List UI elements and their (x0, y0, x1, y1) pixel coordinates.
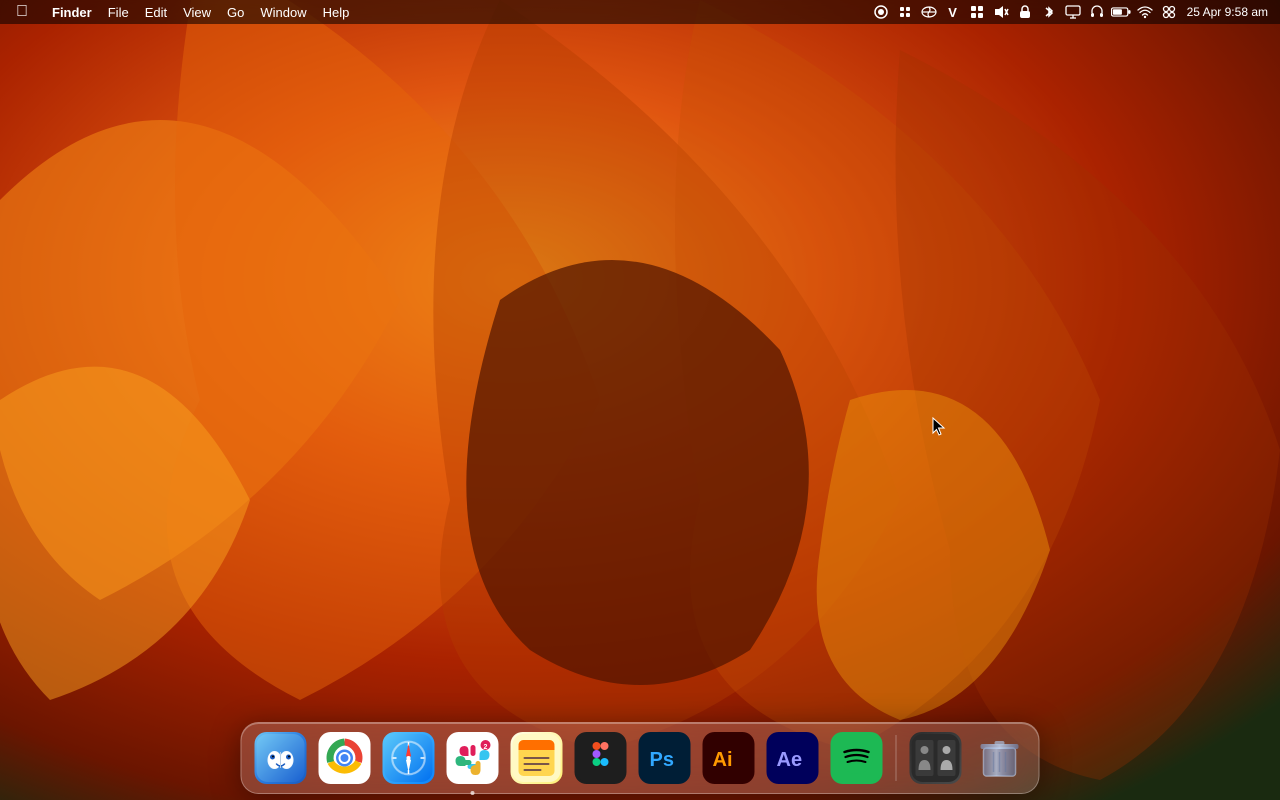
notchmeister-icon (910, 732, 962, 784)
after-effects-icon: Ae (767, 732, 819, 784)
lock-icon[interactable] (1015, 2, 1035, 22)
menu-go[interactable]: Go (219, 0, 252, 24)
dock: 2 (241, 722, 1040, 794)
menu-finder[interactable]: Finder (44, 0, 100, 24)
spotify-icon (831, 732, 883, 784)
menu-icon-v[interactable]: V (943, 2, 963, 22)
slack-icon: 2 (447, 732, 499, 784)
dock-item-slack[interactable]: 2 (444, 729, 502, 787)
bluetooth-icon[interactable] (1039, 2, 1059, 22)
menu-help[interactable]: Help (315, 0, 358, 24)
svg-text:Ae: Ae (777, 749, 803, 771)
menubar-right: V (871, 2, 1272, 22)
dock-item-illustrator[interactable]: Ai (700, 729, 758, 787)
safari-icon (383, 732, 435, 784)
menu-icon-2[interactable] (895, 2, 915, 22)
menu-file[interactable]: File (100, 0, 137, 24)
battery-icon[interactable] (1111, 2, 1131, 22)
desktop:  Finder File Edit View Go Window Help V (0, 0, 1280, 800)
dock-item-finder[interactable] (252, 729, 310, 787)
dock-item-safari[interactable] (380, 729, 438, 787)
menu-datetime: 25 Apr 9:58 am (1183, 5, 1272, 19)
illustrator-icon: Ai (703, 732, 755, 784)
monitor-icon[interactable] (1063, 2, 1083, 22)
photoshop-icon: Ps (639, 732, 691, 784)
dock-item-photoshop[interactable]: Ps (636, 729, 694, 787)
dock-item-notes[interactable] (508, 729, 566, 787)
control-center-icon[interactable] (1159, 2, 1179, 22)
dock-container: 2 (241, 722, 1040, 794)
notes-icon (511, 732, 563, 784)
svg-text:Ps: Ps (650, 749, 674, 771)
screen-record-icon[interactable] (871, 2, 891, 22)
dock-item-chrome[interactable] (316, 729, 374, 787)
svg-text:2: 2 (484, 744, 488, 751)
menu-icon-3[interactable] (919, 2, 939, 22)
dock-item-spotify[interactable] (828, 729, 886, 787)
finder-icon (255, 732, 307, 784)
dock-separator (896, 735, 897, 781)
trash-icon (974, 732, 1026, 784)
menubar-left:  Finder File Edit View Go Window Help (8, 0, 357, 24)
dock-item-trash[interactable] (971, 729, 1029, 787)
menubar:  Finder File Edit View Go Window Help V (0, 0, 1280, 24)
wifi-icon[interactable] (1135, 2, 1155, 22)
dock-item-figma[interactable] (572, 729, 630, 787)
mute-icon[interactable] (991, 2, 1011, 22)
wallpaper (0, 0, 1280, 800)
menu-window[interactable]: Window (252, 0, 314, 24)
menu-icon-grid[interactable] (967, 2, 987, 22)
dock-item-after-effects[interactable]: Ae (764, 729, 822, 787)
slack-dot (471, 791, 475, 795)
apple-menu[interactable]:  (8, 3, 36, 21)
menu-edit[interactable]: Edit (137, 0, 175, 24)
headphones-icon[interactable] (1087, 2, 1107, 22)
figma-icon (575, 732, 627, 784)
menu-view[interactable]: View (175, 0, 219, 24)
dock-item-notchmeister[interactable] (907, 729, 965, 787)
chrome-icon (319, 732, 371, 784)
svg-text:Ai: Ai (713, 749, 733, 771)
